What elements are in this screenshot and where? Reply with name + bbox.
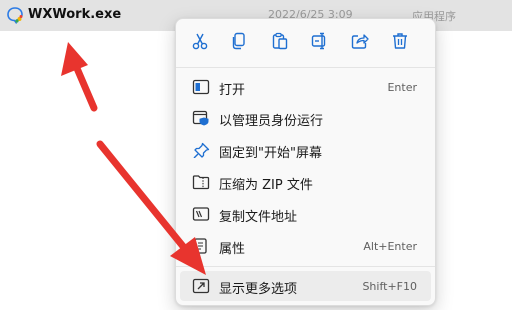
menu-item-label: 压缩为 ZIP 文件: [219, 178, 313, 193]
rename-button[interactable]: [305, 29, 335, 57]
copy-path-icon: [192, 206, 210, 222]
copy-icon: [230, 32, 248, 54]
share-button[interactable]: [345, 29, 375, 57]
menu-divider: [176, 67, 435, 68]
menu-item-shortcut: Shift+F10: [362, 280, 417, 293]
wxwork-app-icon: [6, 6, 24, 25]
menu-item-label: 复制文件地址: [219, 210, 298, 225]
rename-icon: [311, 32, 329, 54]
menu-item-properties[interactable]: 属性 Alt+Enter: [180, 231, 431, 261]
menu-divider: [176, 266, 435, 267]
menu-item-compress-zip[interactable]: 压缩为 ZIP 文件: [180, 167, 431, 197]
context-menu: 打开 Enter 以管理员身份运行 固定到"开始"屏幕 压缩为 ZIP 文件 复…: [175, 18, 436, 306]
properties-icon: [192, 238, 210, 254]
paste-button[interactable]: [265, 29, 295, 57]
menu-item-label: 属性: [219, 242, 246, 257]
open-window-icon: [192, 79, 210, 95]
delete-icon: [391, 32, 409, 54]
shield-run-icon: [192, 110, 210, 126]
menu-item-label: 显示更多选项: [219, 282, 298, 297]
more-options-icon: [192, 278, 210, 294]
copy-button[interactable]: [224, 29, 254, 57]
menu-item-shortcut: Enter: [387, 81, 417, 94]
share-icon: [351, 32, 369, 54]
menu-item-label: 以管理员身份运行: [219, 114, 324, 129]
zip-folder-icon: [192, 174, 210, 190]
pin-icon: [192, 142, 210, 159]
menu-item-open[interactable]: 打开 Enter: [180, 72, 431, 102]
menu-item-label: 固定到"开始"屏幕: [219, 146, 322, 161]
menu-item-label: 打开: [219, 83, 246, 98]
file-name: WXWork.exe: [28, 7, 122, 22]
menu-item-pin-to-start[interactable]: 固定到"开始"屏幕: [180, 135, 431, 165]
paste-icon: [271, 32, 289, 54]
menu-item-shortcut: Alt+Enter: [363, 240, 417, 253]
cut-icon: [191, 32, 209, 54]
red-arrow-up: [61, 42, 98, 112]
menu-item-run-as-admin[interactable]: 以管理员身份运行: [180, 103, 431, 133]
menu-item-copy-path[interactable]: 复制文件地址: [180, 199, 431, 229]
menu-item-show-more-options[interactable]: 显示更多选项 Shift+F10: [180, 271, 431, 301]
delete-button[interactable]: [385, 29, 415, 57]
cut-button[interactable]: [185, 29, 215, 57]
quick-action-bar: [176, 19, 435, 67]
